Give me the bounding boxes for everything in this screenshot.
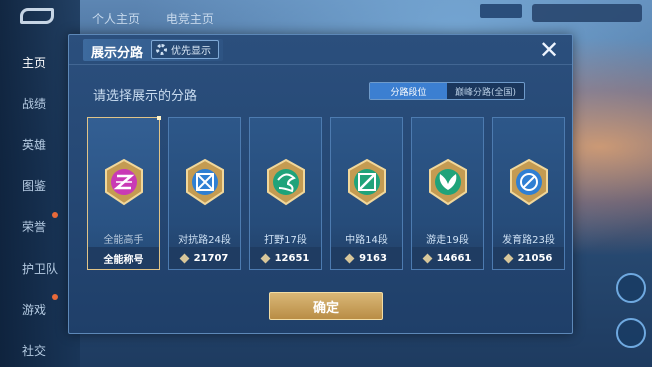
lane-card-mid[interactable]: 中路14段 9163 (330, 117, 403, 270)
confirm-button[interactable]: 确定 (269, 292, 383, 320)
card-label: 中路14段 (345, 235, 388, 246)
notification-dot (52, 294, 58, 300)
card-bottom: 21707 (169, 247, 240, 269)
lane-card-roam[interactable]: 游走19段 14661 (411, 117, 484, 270)
lane-cards: 全能高手 全能称号 对抗路24段 21707 打野17段 12651 中路14段… (87, 116, 565, 272)
card-value: 12651 (274, 252, 310, 264)
card-value: 全能称号 (103, 254, 144, 266)
jungle-emblem-icon (267, 158, 305, 206)
right-floating-button[interactable] (616, 318, 646, 348)
card-label: 对抗路24段 (178, 235, 231, 246)
sidebar-item-codex[interactable]: 图鉴 (0, 177, 76, 194)
sidebar-item-record[interactable]: 战绩 (0, 95, 76, 112)
sidebar-item-social[interactable]: 社交 (0, 342, 76, 359)
gear-icon (156, 44, 167, 55)
diamond-icon (179, 253, 190, 263)
clash-lane-emblem-icon (186, 158, 224, 206)
tab-profile[interactable]: 个人主页 (92, 12, 140, 26)
card-value: 14661 (436, 252, 472, 264)
sidebar-item-hero[interactable]: 英雄 (0, 136, 76, 153)
lane-card-allround[interactable]: 全能高手 全能称号 (87, 116, 161, 270)
top-badge[interactable] (480, 4, 522, 18)
select-prompt: 请选择展示的分路 (93, 89, 198, 104)
diamond-icon (344, 253, 355, 263)
diamond-icon (422, 253, 433, 263)
card-label: 全能高手 (103, 235, 144, 246)
selection-marker (157, 116, 161, 120)
top-right-panel[interactable] (532, 4, 642, 22)
lane-card-clash[interactable]: 对抗路24段 21707 (168, 117, 241, 270)
lane-card-jungle[interactable]: 打野17段 12651 (249, 117, 322, 270)
segment-lane-rank[interactable]: 分路段位 (370, 83, 447, 99)
card-value: 21056 (517, 252, 553, 264)
top-tabs: 个人主页 电竞主页 (92, 10, 236, 27)
segment-control: 分路段位 巅峰分路(全国) (369, 82, 525, 100)
card-label: 游走19段 (426, 235, 469, 246)
card-label: 发育路23段 (502, 235, 555, 246)
right-floating-button[interactable] (616, 273, 646, 303)
mid-lane-emblem-icon (348, 158, 386, 206)
sidebar-item-game[interactable]: 游戏 (0, 301, 76, 318)
card-bottom: 21056 (493, 247, 564, 269)
card-label: 打野17段 (264, 235, 307, 246)
sidebar-item-honor[interactable]: 荣誉 (0, 218, 76, 235)
card-bottom: 14661 (412, 247, 483, 269)
close-icon[interactable]: ✕ (538, 38, 560, 62)
lane-display-dialog: 展示分路 优先显示 ✕ 请选择展示的分路 分路段位 巅峰分路(全国) 全能高手 … (68, 34, 573, 334)
card-bottom: 全能称号 (88, 247, 159, 269)
dialog-title: 展示分路 (91, 46, 144, 61)
notification-dot (52, 212, 58, 218)
roam-emblem-icon (429, 158, 467, 206)
sidebar-item-guard[interactable]: 护卫队 (0, 260, 76, 277)
dialog-header: 展示分路 优先显示 ✕ (69, 35, 572, 65)
diamond-icon (260, 253, 271, 263)
farm-lane-emblem-icon (510, 158, 548, 206)
card-value: 21707 (193, 252, 229, 264)
allround-emblem-icon (105, 158, 143, 206)
back-logo-icon[interactable] (20, 8, 54, 24)
priority-display-label: 优先显示 (171, 46, 211, 57)
card-value: 9163 (359, 252, 387, 264)
priority-display-button[interactable]: 优先显示 (151, 40, 219, 59)
card-bottom: 9163 (331, 247, 402, 269)
sidebar-item-home[interactable]: 主页 (0, 54, 76, 71)
tab-esports[interactable]: 电竞主页 (166, 12, 214, 26)
segment-peak-lane[interactable]: 巅峰分路(全国) (447, 83, 524, 99)
lane-card-farm[interactable]: 发育路23段 21056 (492, 117, 565, 270)
diamond-icon (503, 253, 514, 263)
card-bottom: 12651 (250, 247, 321, 269)
